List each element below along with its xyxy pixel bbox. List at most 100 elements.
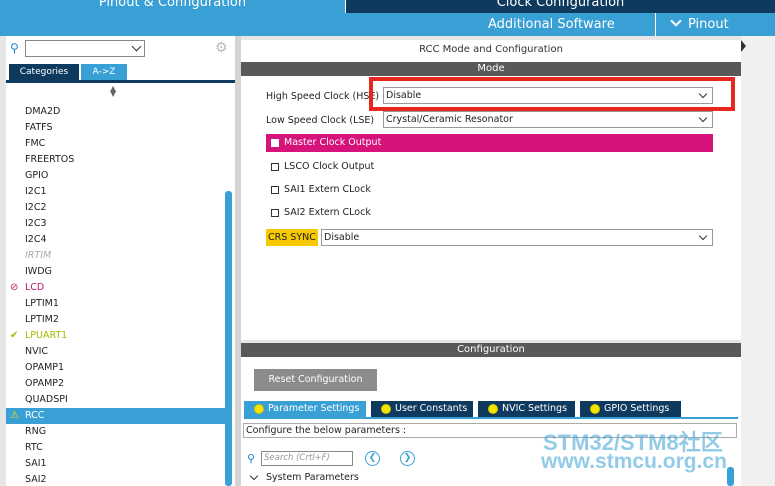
peripheral-item-rcc[interactable]: ⚠ RCC [6,408,226,424]
peripheral-label: OPAMP2 [25,378,65,389]
chevron-down-icon [249,471,259,481]
scrollbar[interactable] [225,191,232,486]
divider [655,13,656,36]
peripheral-item-opamp2[interactable]: OPAMP2 [6,376,226,392]
tab-pinout-configuration[interactable]: Pinout & Configuration [0,0,345,13]
peripheral-search-input[interactable] [25,40,145,57]
lse-label: Low Speed Clock (LSE) [266,115,375,126]
peripheral-label: SAI1 [25,458,47,469]
peripheral-item-gpio[interactable]: GPIO [6,168,226,184]
pinout-label: Pinout [688,17,729,32]
peripheral-label: RNG [25,426,47,437]
peripheral-item-i2c2[interactable]: I2C2 [6,200,226,216]
pinout-menu-button[interactable]: Pinout [670,15,729,32]
tab-label: Parameter Settings [268,403,360,414]
peripheral-item-quadspi[interactable]: QUADSPI [6,392,226,408]
chevron-down-icon [698,113,708,123]
peripheral-item-fmc[interactable]: FMC [6,136,226,152]
tab-user-constants[interactable]: User Constants [371,401,473,417]
peripheral-item-freertos[interactable]: FREERTOS [6,152,226,168]
scrollbar[interactable] [727,467,734,486]
sub-toolbar: Additional Software Pinout [0,13,775,36]
peripheral-label: GPIO [25,170,49,181]
peripheral-item-iwdg[interactable]: IWDG [6,264,226,280]
peripheral-label: IWDG [25,266,52,277]
mode-panel: RCC Mode and Configuration Mode High Spe… [241,40,741,340]
error-icon: ⊘ [10,282,19,293]
tab-parameter-settings[interactable]: Parameter Settings [244,401,366,417]
previous-match-button[interactable]: ❮ [365,451,380,466]
panel-title: RCC Mode and Configuration [419,44,563,55]
peripheral-item-i2c1[interactable]: I2C1 [6,184,226,200]
peripheral-label: DMA2D [25,106,61,117]
peripheral-item-lcd[interactable]: ⊘ LCD [6,280,226,296]
peripheral-label: I2C2 [25,202,47,213]
sai2-checkbox[interactable]: SAI2 Extern CLock [271,207,371,218]
peripheral-item-lptim1[interactable]: LPTIM1 [6,296,226,312]
right-gutter [741,36,775,486]
check-icon: ✔ [10,330,19,341]
sort-icon[interactable]: ▲ ▼ [110,85,116,98]
crs-sync-select[interactable]: Disable [321,229,713,246]
peripheral-item-i2c3[interactable]: I2C3 [6,216,226,232]
parameter-search-input[interactable]: Search (Crtl+F) [261,451,353,466]
configuration-header: Configuration [241,343,741,357]
gear-icon[interactable]: ⚙ [215,40,228,56]
sai1-checkbox[interactable]: SAI1 Extern CLock [271,184,371,195]
lsco-label: LSCO Clock Output [284,161,375,172]
lse-select[interactable]: Crystal/Ceramic Resonator [383,111,713,128]
peripheral-item-nvic[interactable]: NVIC [6,344,226,360]
collapse-arrow-icon[interactable] [741,40,746,52]
peripheral-item-lptim2[interactable]: LPTIM2 [6,312,226,328]
peripheral-item-irtim[interactable]: IRTIM [6,248,226,264]
reset-configuration-button[interactable]: Reset Configuration [254,369,377,391]
peripheral-label: LPUART1 [25,330,68,341]
lsco-checkbox[interactable]: LSCO Clock Output [271,161,374,172]
peripheral-label: RTC [25,442,43,453]
lse-value: Crystal/Ceramic Resonator [386,114,513,125]
tab-categories[interactable]: Categories [9,64,79,80]
watermark-line2: www.stmcu.org.cn [541,450,727,473]
additional-software-button[interactable]: Additional Software [488,17,615,32]
peripheral-item-rng[interactable]: RNG [6,424,226,440]
divider [244,417,738,419]
peripheral-item-sai2[interactable]: SAI2 [6,472,226,486]
peripheral-label: IRTIM [25,250,52,261]
highlight-box [369,77,735,111]
peripheral-list: DMA2D FATFS FMC FREERTOS GPIO I2C1 I2C2 I2C3 I2C… [6,104,226,486]
peripheral-item-sai1[interactable]: SAI1 [6,456,226,472]
system-parameters-label: System Parameters [266,472,359,483]
status-dot-icon [590,404,600,414]
master-clock-output-checkbox[interactable]: Master Clock Output [266,134,713,152]
tab-a-z[interactable]: A->Z [81,64,127,80]
top-tab-bar: Pinout & Configuration Clock Configurati… [0,0,775,13]
tab-label: NVIC Settings [502,403,568,414]
tab-nvic-settings[interactable]: NVIC Settings [478,401,575,417]
system-parameters-group[interactable]: System Parameters [249,471,359,483]
chevron-down-icon[interactable] [131,41,142,52]
next-match-button[interactable]: ❯ [400,451,415,466]
peripheral-label: OPAMP1 [25,362,65,373]
sai2-label: SAI2 Extern CLock [284,207,371,218]
peripheral-label: FREERTOS [25,154,75,165]
checkbox-icon [271,163,279,171]
chevron-down-icon [670,15,682,27]
hse-label: High Speed Clock (HSE) [266,91,380,102]
tab-label: User Constants [395,403,468,414]
peripheral-item-fatfs[interactable]: FATFS [6,120,226,136]
peripheral-label: I2C1 [25,186,47,197]
peripheral-item-lpuart1[interactable]: ✔ LPUART1 [6,328,226,344]
peripheral-item-opamp1[interactable]: OPAMP1 [6,360,226,376]
checkbox-icon [271,186,279,194]
peripheral-item-rtc[interactable]: RTC [6,440,226,456]
peripheral-item-i2c4[interactable]: I2C4 [6,232,226,248]
search-icon: ⚲ [247,452,256,465]
peripheral-label: QUADSPI [25,394,68,405]
status-dot-icon [488,404,498,414]
peripheral-tree-panel: ⚲ ⚙ Categories A->Z ▲ ▼ DMA2D FATFS FMC FREE… [6,36,235,486]
cubemx-window: Pinout & Configuration Clock Configurati… [0,0,775,486]
tab-gpio-settings[interactable]: GPIO Settings [580,401,681,417]
tab-clock-configuration[interactable]: Clock Configuration [345,0,775,13]
peripheral-item-dma2d[interactable]: DMA2D [6,104,226,120]
status-dot-icon [254,404,264,414]
